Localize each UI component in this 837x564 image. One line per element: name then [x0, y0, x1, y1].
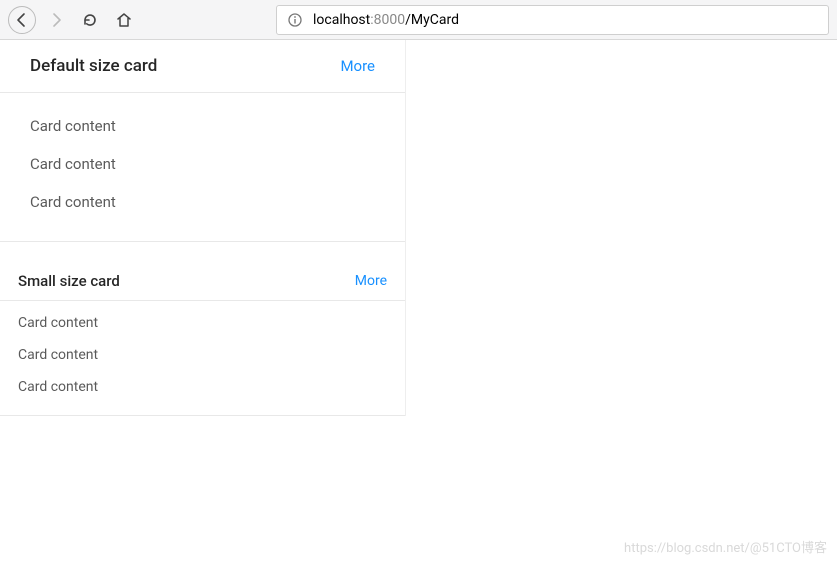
card-title: Small size card — [18, 272, 120, 290]
card-head: Small size card More — [0, 262, 405, 301]
reload-button[interactable] — [76, 6, 104, 34]
watermark: https://blog.csdn.net/@51CTO博客 — [624, 537, 827, 556]
home-icon — [116, 12, 132, 28]
url-bar[interactable]: localhost:8000/MyCard — [276, 5, 829, 35]
spacer — [0, 242, 405, 262]
card-content-line: Card content — [30, 155, 375, 173]
url-text: localhost:8000/MyCard — [313, 12, 459, 28]
info-icon[interactable] — [287, 12, 303, 28]
card-body: Card content Card content Card content — [0, 301, 405, 415]
card-head: Default size card More — [0, 40, 405, 93]
card-extra-link[interactable]: More — [340, 57, 375, 75]
arrow-right-icon — [48, 12, 64, 28]
card-body: Card content Card content Card content — [0, 93, 405, 241]
page-content: Default size card More Card content Card… — [0, 40, 837, 416]
arrow-left-icon — [14, 12, 30, 28]
card-content-line: Card content — [18, 347, 387, 363]
browser-toolbar: localhost:8000/MyCard — [0, 0, 837, 40]
back-button[interactable] — [8, 6, 36, 34]
url-port: :8000 — [370, 12, 405, 28]
card-title: Default size card — [30, 56, 157, 76]
home-button[interactable] — [110, 6, 138, 34]
reload-icon — [82, 12, 98, 28]
card-small: Small size card More Card content Card c… — [0, 262, 405, 416]
card-extra-link[interactable]: More — [355, 273, 387, 289]
url-host: localhost — [313, 12, 370, 28]
card-content-line: Card content — [18, 315, 387, 331]
card-content-line: Card content — [18, 379, 387, 395]
card-content-line: Card content — [30, 193, 375, 211]
nav-buttons — [8, 6, 138, 34]
card-default: Default size card More Card content Card… — [0, 40, 405, 242]
card-content-line: Card content — [30, 117, 375, 135]
cards-column: Default size card More Card content Card… — [0, 40, 406, 416]
forward-button[interactable] — [42, 6, 70, 34]
url-path: /MyCard — [405, 12, 459, 28]
